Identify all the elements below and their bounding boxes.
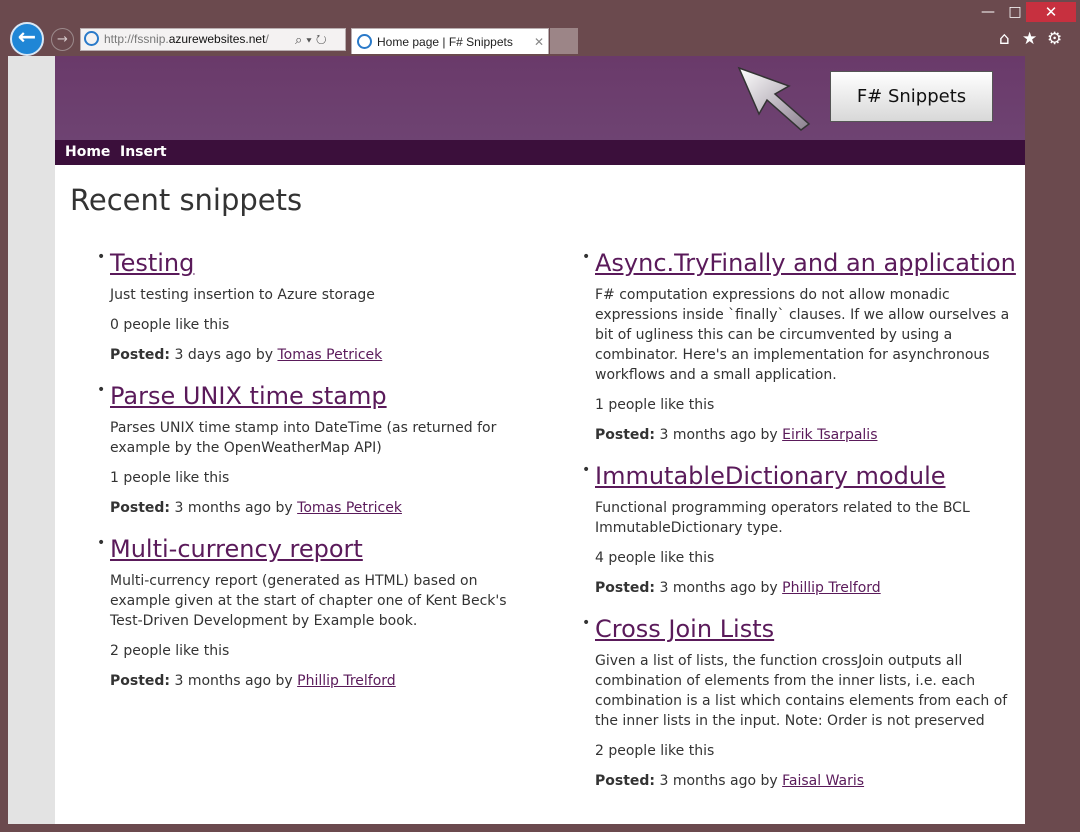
cursor-arrow-icon: [737, 66, 811, 131]
forward-button[interactable]: →: [51, 28, 74, 51]
snippet-description: Parses UNIX time stamp into DateTime (as…: [110, 420, 497, 456]
back-button[interactable]: ←: [10, 22, 44, 56]
snippet-posted: Posted: 3 months ago by Faisal Waris: [595, 771, 1015, 791]
snippet-likes: 1 people like this: [595, 397, 715, 413]
browser-chrome: — □ ✕ ← → http://fssnip.azurewebsites.ne…: [0, 0, 1080, 56]
author-link[interactable]: Tomas Petricek: [297, 500, 402, 516]
snippet-title-link[interactable]: Async.TryFinally and an application: [595, 244, 1016, 282]
new-tab-button[interactable]: [550, 28, 578, 54]
snippet-item: • Testing Just testing insertion to Azur…: [97, 244, 530, 365]
favorites-star-icon[interactable]: ★: [1022, 29, 1037, 49]
gear-icon[interactable]: ⚙: [1047, 29, 1062, 49]
bullet: •: [582, 249, 591, 265]
author-link[interactable]: Phillip Trelford: [297, 673, 396, 689]
dropdown-icon[interactable]: ▾: [306, 32, 315, 47]
posted-when: 3 days ago by: [174, 347, 273, 363]
snippets-left-column: • Testing Just testing insertion to Azur…: [97, 244, 530, 703]
posted-when: 3 months ago by: [659, 773, 778, 789]
snippet-description: Multi-currency report (generated as HTML…: [110, 573, 507, 629]
snippet-item: • ImmutableDictionary module Functional …: [582, 457, 1015, 598]
bullet: •: [97, 535, 106, 551]
minimize-button[interactable]: —: [973, 2, 1003, 22]
posted-when: 3 months ago by: [174, 500, 293, 516]
url-suffix: /: [265, 32, 269, 46]
url-domain: azurewebsites.net: [168, 32, 266, 46]
ie-tab-icon: [357, 34, 372, 49]
tab-home-page[interactable]: Home page | F# Snippets ✕: [351, 28, 549, 54]
snippet-item: • Cross Join Lists Given a list of lists…: [582, 610, 1015, 791]
snippet-posted: Posted: 3 months ago by Phillip Trelford: [595, 578, 1015, 598]
address-tools: ⌕▾↻: [295, 29, 331, 50]
snippet-title-link[interactable]: Testing: [110, 244, 530, 282]
snippet-posted: Posted: 3 months ago by Phillip Trelford: [110, 671, 530, 691]
snippet-description: Given a list of lists, the function cros…: [595, 653, 1008, 729]
bullet: •: [582, 615, 591, 631]
snippet-item: • Async.TryFinally and an application F#…: [582, 244, 1016, 445]
posted-when: 3 months ago by: [174, 673, 293, 689]
posted-label: Posted:: [595, 427, 656, 443]
bullet: •: [97, 382, 106, 398]
snippet-item: • Parse UNIX time stamp Parses UNIX time…: [97, 377, 530, 518]
tab-close-icon[interactable]: ✕: [534, 29, 544, 55]
posted-when: 3 months ago by: [659, 580, 778, 596]
snippet-title-link[interactable]: Multi-currency report: [110, 530, 530, 568]
logo-button[interactable]: F# Snippets: [830, 71, 993, 122]
posted-label: Posted:: [110, 347, 171, 363]
url-prefix: http://fssnip.: [104, 32, 169, 46]
address-bar[interactable]: http://fssnip.azurewebsites.net/ ⌕▾↻: [80, 28, 346, 51]
snippet-likes: 2 people like this: [595, 743, 715, 759]
bullet: •: [582, 462, 591, 478]
close-window-button[interactable]: ✕: [1026, 2, 1076, 22]
posted-label: Posted:: [595, 580, 656, 596]
nav-home-link[interactable]: Home: [65, 140, 110, 165]
page-title: Recent snippets: [70, 183, 303, 217]
author-link[interactable]: Eirik Tsarpalis: [782, 427, 877, 443]
search-icon[interactable]: ⌕: [295, 32, 306, 47]
snippet-posted: Posted: 3 days ago by Tomas Petricek: [110, 345, 530, 365]
nav-insert-link[interactable]: Insert: [120, 140, 167, 165]
home-icon[interactable]: ⌂: [999, 29, 1010, 49]
snippet-title-link[interactable]: Parse UNIX time stamp: [110, 377, 530, 415]
snippet-item: • Multi-currency report Multi-currency r…: [97, 530, 530, 691]
snippet-description: Just testing insertion to Azure storage: [110, 287, 375, 303]
site-header: F# Snippets: [55, 56, 1025, 140]
snippet-likes: 2 people like this: [110, 643, 230, 659]
snippet-likes: 4 people like this: [595, 550, 715, 566]
refresh-icon[interactable]: ↻: [316, 32, 331, 47]
author-link[interactable]: Tomas Petricek: [277, 347, 382, 363]
posted-label: Posted:: [595, 773, 656, 789]
web-page: F# Snippets Home Insert Recent snippets …: [55, 56, 1025, 824]
posted-label: Posted:: [110, 500, 171, 516]
snippet-description: F# computation expressions do not allow …: [595, 287, 1010, 383]
snippet-title-link[interactable]: ImmutableDictionary module: [595, 457, 1015, 495]
back-arrow-icon: ←: [17, 25, 37, 50]
bullet: •: [97, 249, 106, 265]
snippet-likes: 0 people like this: [110, 317, 230, 333]
snippet-description: Functional programming operators related…: [595, 500, 970, 536]
forward-arrow-icon: →: [57, 32, 68, 47]
author-link[interactable]: Faisal Waris: [782, 773, 864, 789]
nav-bar: Home Insert: [55, 140, 1025, 165]
posted-when: 3 months ago by: [659, 427, 778, 443]
tab-title: Home page | F# Snippets: [377, 35, 513, 49]
author-link[interactable]: Phillip Trelford: [782, 580, 881, 596]
snippets-right-column: • Async.TryFinally and an application F#…: [582, 244, 1016, 803]
snippet-likes: 1 people like this: [110, 470, 230, 486]
browser-viewport: F# Snippets Home Insert Recent snippets …: [8, 56, 1025, 824]
snippet-posted: Posted: 3 months ago by Tomas Petricek: [110, 498, 530, 518]
posted-label: Posted:: [110, 673, 171, 689]
address-url[interactable]: http://fssnip.azurewebsites.net/: [104, 29, 269, 50]
snippet-posted: Posted: 3 months ago by Eirik Tsarpalis: [595, 425, 1015, 445]
ie-page-icon: [84, 31, 99, 46]
snippet-title-link[interactable]: Cross Join Lists: [595, 610, 1015, 648]
